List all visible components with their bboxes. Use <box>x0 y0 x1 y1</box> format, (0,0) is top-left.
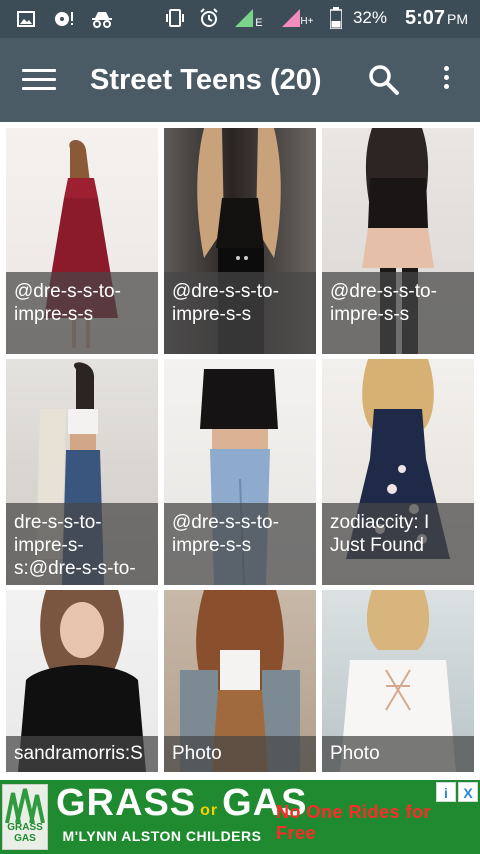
gallery-icon <box>14 7 38 31</box>
ad-headline-word1: GRASS <box>56 782 197 824</box>
ad-headline: GRASS or GAS <box>56 782 306 825</box>
photo-caption: @dre-s-s-to-impre-s-s <box>164 272 316 354</box>
photo-grid: @dre-s-s-to-impre-s-s @dre-s-s-to-impre-… <box>0 126 480 776</box>
photo-tile[interactable]: Photo <box>322 590 474 772</box>
search-icon <box>369 65 399 95</box>
photo-tile[interactable]: @dre-s-s-to-impre-s-s <box>164 128 316 354</box>
photo-caption: @dre-s-s-to-impre-s-s <box>164 503 316 585</box>
ad-banner[interactable]: GRASS GAS GRASS or GAS M'LYNN ALSTON CHILD… <box>0 780 480 854</box>
photo-caption: @dre-s-s-to-impre-s-s <box>322 272 474 354</box>
battery-percent: 32% <box>352 8 387 27</box>
photo-caption: sandramorris:S <box>6 736 158 772</box>
alarm-icon <box>197 6 221 30</box>
data-type-label: H+ <box>300 15 314 27</box>
clock-ampm: PM <box>447 10 468 27</box>
more-icon-dot <box>443 84 449 89</box>
signal-sim1-icon: E <box>231 6 265 30</box>
photo-tile[interactable]: dre-s-s-to-impre-s-s:@dre-s-s-to- <box>6 359 158 585</box>
status-bar: E H+ 32% 5:07 PM <box>0 0 480 38</box>
signal-sim2-icon: H+ <box>275 6 319 30</box>
ad-info-icon[interactable]: i <box>436 782 456 802</box>
incognito-icon <box>90 7 114 31</box>
clock-time: 5:07 <box>404 6 445 29</box>
photo-tile[interactable]: @dre-s-s-to-impre-s-s <box>164 359 316 585</box>
ad-subline: M'LYNN ALSTON CHILDERS <box>62 828 262 844</box>
photo-caption: zodiaccity: I Just Found <box>322 503 474 585</box>
disc-alert-icon <box>52 7 76 31</box>
clock: 5:07 PM <box>405 7 468 30</box>
ad-main-copy: GRASS or GAS M'LYNN ALSTON CHILDERS <box>56 782 306 850</box>
app-bar: Street Teens (20) <box>0 38 480 122</box>
photo-tile[interactable]: @dre-s-s-to-impre-s-s <box>322 128 474 354</box>
vibrate-icon <box>163 6 187 30</box>
ad-tagline: No One Rides for Free <box>276 802 432 843</box>
hamburger-icon-line <box>22 69 56 72</box>
network-type-label: E <box>255 17 263 29</box>
ad-controls: i X <box>432 782 478 802</box>
hamburger-icon-line <box>22 78 56 81</box>
photo-caption: dre-s-s-to-impre-s-s:@dre-s-s-to- <box>6 503 158 585</box>
photo-caption: Photo <box>164 736 316 772</box>
page-title: Street Teens (20) <box>90 64 322 96</box>
ad-headline-or: or <box>200 802 219 819</box>
status-bar-left-icons <box>14 7 114 31</box>
photo-tile[interactable]: sandramorris:S <box>6 590 158 772</box>
search-button[interactable] <box>366 62 402 98</box>
ad-logo: GRASS GAS <box>2 784 48 850</box>
status-bar-right-icons: E H+ 32% 5:07 PM <box>163 6 468 30</box>
photo-caption: @dre-s-s-to-impre-s-s <box>6 272 158 354</box>
photo-tile[interactable]: @dre-s-s-to-impre-s-s <box>6 128 158 354</box>
hamburger-icon-line <box>22 87 56 90</box>
photo-tile[interactable]: Photo <box>164 590 316 772</box>
ad-logo-text: GRASS GAS <box>7 822 43 844</box>
menu-button[interactable] <box>22 64 56 98</box>
more-icon-dot <box>443 75 449 80</box>
ad-close-icon[interactable]: X <box>458 782 478 802</box>
photo-caption: Photo <box>322 736 474 772</box>
battery-icon <box>329 6 343 30</box>
photo-tile[interactable]: zodiaccity: I Just Found <box>322 359 474 585</box>
overflow-menu-button[interactable] <box>432 62 460 98</box>
more-icon-dot <box>443 66 449 71</box>
